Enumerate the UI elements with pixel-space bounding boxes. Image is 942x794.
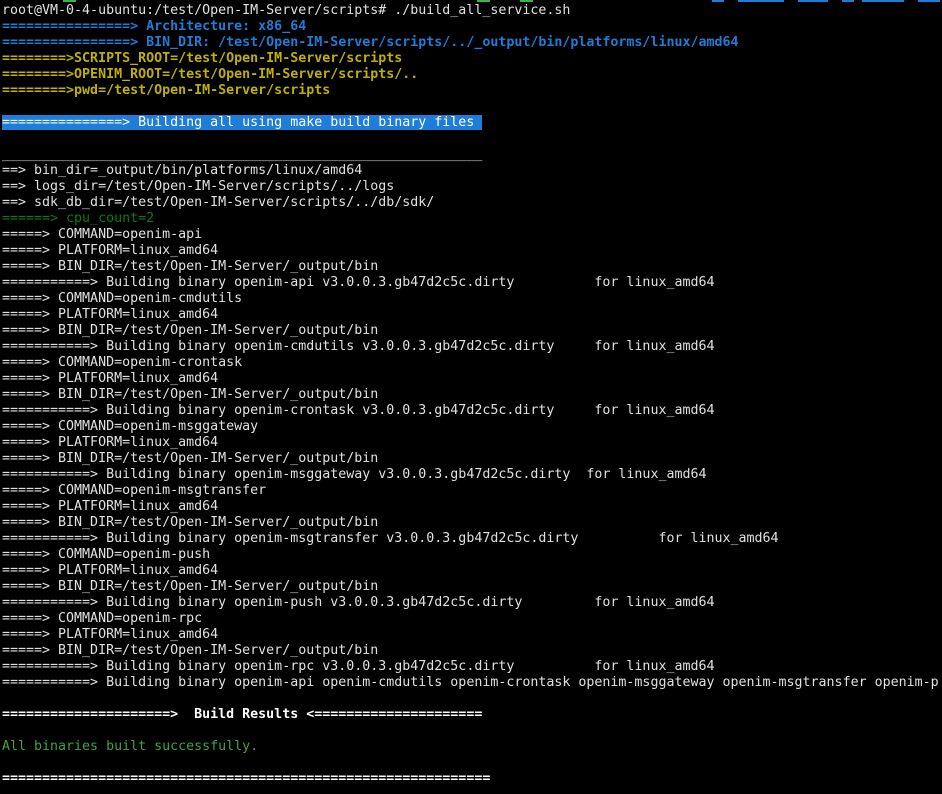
terminal-output: root@VM-0-4-ubuntu:/test/Open-IM-Server/… — [2, 3, 939, 787]
terminal-line: ========>OPENIM_ROOT=/test/Open-IM-Serve… — [2, 67, 939, 83]
terminal-line: =====> PLATFORM=linux_amd64 — [2, 435, 939, 451]
terminal-line: =====> BIN_DIR=/test/Open-IM-Server/_out… — [2, 643, 939, 659]
terminal-line — [2, 723, 939, 739]
terminal-line-highlight: ===============> Building all using make… — [2, 115, 939, 131]
scrollback-fragment — [477, 0, 490, 2]
terminal-line: ===========> Building binary openim-api … — [2, 275, 939, 291]
terminal-line: All binaries built successfully. — [2, 739, 939, 755]
terminal-line: =====> PLATFORM=linux_amd64 — [2, 563, 939, 579]
terminal-line: ========>SCRIPTS_ROOT=/test/Open-IM-Serv… — [2, 51, 939, 67]
terminal-line: =====> BIN_DIR=/test/Open-IM-Server/_out… — [2, 259, 939, 275]
terminal-line: ===========> Building binary openim-msgg… — [2, 467, 939, 483]
terminal-line: =====> COMMAND=openim-api — [2, 227, 939, 243]
terminal-line: =====> COMMAND=openim-rpc — [2, 611, 939, 627]
terminal-line: ================> BIN_DIR: /test/Open-IM… — [2, 35, 939, 51]
scrollback-fragment — [520, 0, 533, 2]
terminal-line: ========>pwd=/test/Open-IM-Server/script… — [2, 83, 939, 99]
terminal-line: ===========> Building binary openim-cron… — [2, 403, 939, 419]
terminal-line: =====> BIN_DIR=/test/Open-IM-Server/_out… — [2, 387, 939, 403]
terminal-line: =====================> Build Results <==… — [2, 707, 939, 723]
terminal-line: =====> COMMAND=openim-msgtransfer — [2, 483, 939, 499]
scrollback-fragment — [712, 0, 724, 2]
terminal-line: ===========> Building binary openim-api … — [2, 675, 939, 691]
terminal-line: =====> COMMAND=openim-crontask — [2, 355, 939, 371]
terminal-line — [2, 99, 939, 115]
scrollback-fragment — [862, 0, 904, 2]
scrollback-fragment — [63, 0, 76, 2]
terminal-line: =====> COMMAND=openim-push — [2, 547, 939, 563]
scrollback-fragment — [738, 0, 784, 2]
terminal-line: =====> BIN_DIR=/test/Open-IM-Server/_out… — [2, 579, 939, 595]
terminal-line: =====> COMMAND=openim-cmdutils — [2, 291, 939, 307]
terminal-line: ==> bin_dir=_output/bin/platforms/linux/… — [2, 163, 939, 179]
terminal-line: ================> Architecture: x86_64 — [2, 19, 939, 35]
terminal-line: root@VM-0-4-ubuntu:/test/Open-IM-Server/… — [2, 3, 939, 19]
terminal-line: ===========> Building binary openim-msgt… — [2, 531, 939, 547]
terminal-line: =====> PLATFORM=linux_amd64 — [2, 499, 939, 515]
scrollback-fragment — [798, 0, 828, 2]
terminal-line: =====> COMMAND=openim-msggateway — [2, 419, 939, 435]
terminal-line: =====> PLATFORM=linux_amd64 — [2, 243, 939, 259]
terminal-line: ======> cpu_count=2 — [2, 211, 939, 227]
terminal-line: ========================================… — [2, 771, 939, 787]
terminal-line — [2, 131, 939, 147]
terminal-line: =====> PLATFORM=linux_amd64 — [2, 627, 939, 643]
scrollback-fragment — [842, 0, 854, 2]
terminal-line: =====> BIN_DIR=/test/Open-IM-Server/_out… — [2, 515, 939, 531]
terminal-line: =====> BIN_DIR=/test/Open-IM-Server/_out… — [2, 323, 939, 339]
scrollback-fragment — [918, 0, 940, 2]
terminal-line: ===========> Building binary openim-rpc … — [2, 659, 939, 675]
terminal-line: =====> BIN_DIR=/test/Open-IM-Server/_out… — [2, 451, 939, 467]
terminal-line: =====> PLATFORM=linux_amd64 — [2, 371, 939, 387]
terminal-line: ________________________________________… — [2, 147, 939, 163]
terminal-line: ==> sdk_db_dir=/test/Open-IM-Server/scri… — [2, 195, 939, 211]
terminal-line: ==> logs_dir=/test/Open-IM-Server/script… — [2, 179, 939, 195]
terminal-screen: root@VM-0-4-ubuntu:/test/Open-IM-Server/… — [0, 0, 942, 794]
terminal-line — [2, 755, 939, 771]
terminal-line: =====> PLATFORM=linux_amd64 — [2, 307, 939, 323]
terminal-line: ===========> Building binary openim-cmdu… — [2, 339, 939, 355]
terminal-line — [2, 691, 939, 707]
terminal-line: ===========> Building binary openim-push… — [2, 595, 939, 611]
